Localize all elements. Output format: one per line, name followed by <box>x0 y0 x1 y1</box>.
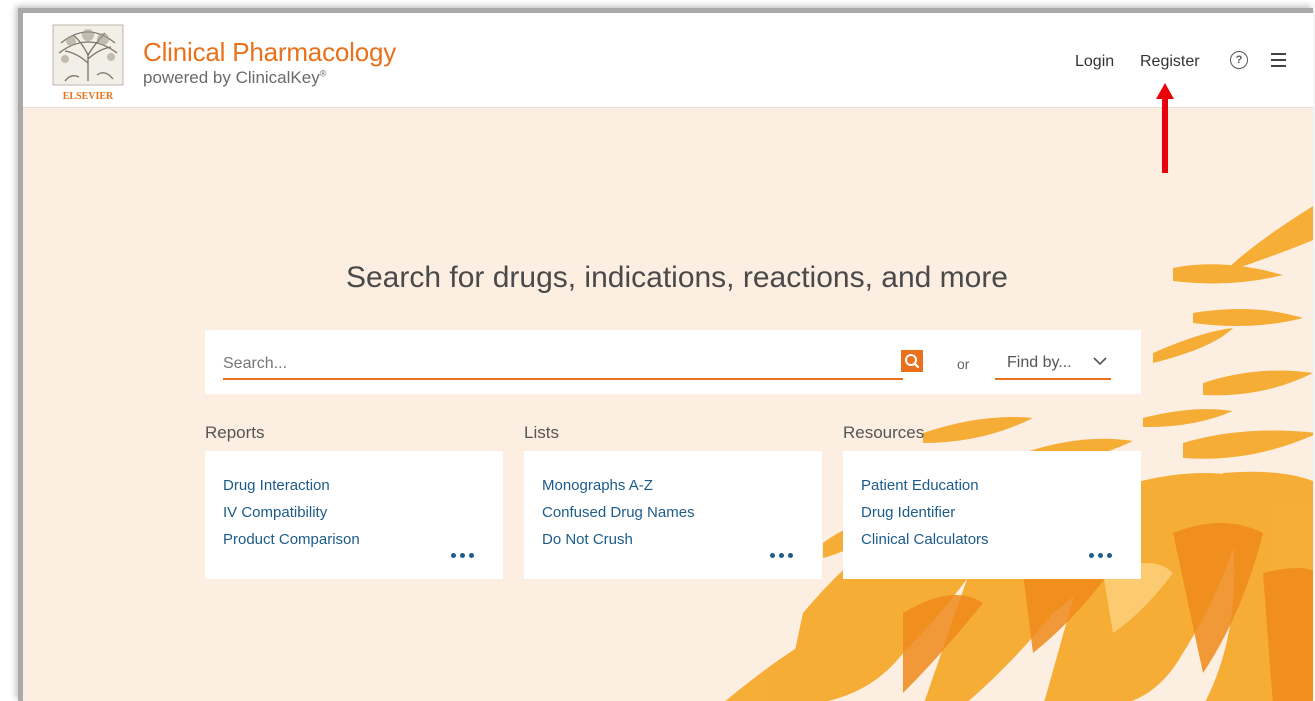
link-do-not-crush[interactable]: Do Not Crush <box>542 531 633 548</box>
hamburger-menu-icon[interactable] <box>1271 53 1286 71</box>
more-dots-icon[interactable] <box>451 551 479 561</box>
search-panel: or Find by... <box>205 330 1141 394</box>
help-icon[interactable]: ? <box>1230 51 1248 69</box>
brand-subtitle-text: powered by ClinicalKey <box>143 68 320 87</box>
resources-card: Patient Education Drug Identifier Clinic… <box>843 451 1141 579</box>
register-link[interactable]: Register <box>1140 53 1200 71</box>
link-confused-drug-names[interactable]: Confused Drug Names <box>542 504 695 521</box>
section-title-reports: Reports <box>205 423 265 442</box>
chevron-down-icon <box>1093 357 1107 366</box>
reports-card: Drug Interaction IV Compatibility Produc… <box>205 451 503 579</box>
page-headline: Search for drugs, indications, reactions… <box>345 261 1008 294</box>
more-dots-icon[interactable] <box>770 551 798 561</box>
or-label: or <box>957 356 970 372</box>
link-patient-education[interactable]: Patient Education <box>861 477 979 494</box>
lists-card: Monographs A-Z Confused Drug Names Do No… <box>524 451 822 579</box>
search-icon <box>905 354 920 369</box>
elsevier-logo[interactable]: ELSEVIER <box>51 23 125 103</box>
brand-subtitle: powered by ClinicalKey® <box>143 68 326 88</box>
elsevier-wordmark: ELSEVIER <box>63 91 114 102</box>
login-link[interactable]: Login <box>1075 53 1114 71</box>
link-iv-compatibility[interactable]: IV Compatibility <box>223 504 327 521</box>
link-drug-interaction[interactable]: Drug Interaction <box>223 477 330 494</box>
link-product-comparison[interactable]: Product Comparison <box>223 531 360 548</box>
section-title-resources: Resources <box>843 423 925 442</box>
brand-title[interactable]: Clinical Pharmacology <box>143 37 396 68</box>
link-monographs-a-z[interactable]: Monographs A-Z <box>542 477 653 494</box>
search-input[interactable] <box>223 350 903 380</box>
registered-mark: ® <box>319 68 327 79</box>
find-by-dropdown[interactable]: Find by... <box>995 348 1111 380</box>
annotation-arrow-icon <box>1156 83 1174 173</box>
search-button[interactable] <box>901 350 923 372</box>
site-header: ELSEVIER Clinical Pharmacology powered b… <box>23 13 1313 108</box>
link-drug-identifier[interactable]: Drug Identifier <box>861 504 955 521</box>
find-by-label: Find by... <box>1007 354 1072 371</box>
link-clinical-calculators[interactable]: Clinical Calculators <box>861 531 989 548</box>
browser-viewport: ELSEVIER Clinical Pharmacology powered b… <box>18 8 1313 701</box>
more-dots-icon[interactable] <box>1089 551 1117 561</box>
section-title-lists: Lists <box>524 423 559 442</box>
